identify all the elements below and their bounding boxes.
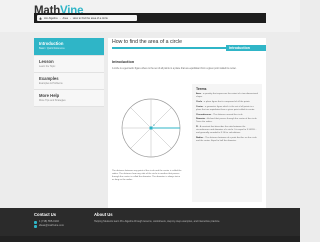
sidebar: Introduction Basic / Quick Reference Les…: [34, 38, 104, 107]
breadcrumb-separator: ›: [69, 16, 71, 20]
about-heading: About Us: [94, 212, 113, 217]
footer-about: About Us Helping Students learn Pre-Alge…: [94, 212, 244, 223]
section-heading: Introduction: [112, 60, 135, 64]
circle-diagram: C: [121, 98, 181, 158]
breadcrumb-item-algebra[interactable]: Hm Algebra: [44, 17, 58, 20]
footer-contact: Contact Us 1 (718) 555-0102 ideas@mathvi…: [34, 212, 86, 228]
title-divider: [112, 47, 227, 49]
tab-introduction[interactable]: Introduction: [226, 45, 266, 51]
sidebar-item-introduction[interactable]: Introduction Basic / Quick Reference: [34, 38, 104, 56]
breadcrumb-item-current: How to find the area of a circle: [72, 16, 108, 20]
sidebar-item-lesson[interactable]: Lesson Learn the Topic: [34, 56, 104, 73]
email-link[interactable]: ideas@mathvine.com: [39, 224, 64, 228]
term-item: Center - a geometric figure which is the…: [196, 105, 255, 111]
home-icon[interactable]: [39, 16, 42, 20]
sidebar-item-subtitle: Examples & Problems: [39, 82, 63, 85]
diagram-caption: The distance between any point of the ci…: [112, 170, 182, 181]
email-icon: [34, 224, 37, 228]
breadcrumb-item-area[interactable]: Area: [62, 17, 67, 20]
terms-panel: Terms Area - a quantity that expresses t…: [192, 84, 262, 202]
page-title: How to find the area of a circle: [112, 39, 183, 45]
sidebar-item-title: Examples: [39, 76, 59, 81]
phone-icon: [34, 220, 37, 224]
intro-paragraph: A circle is a geometric figure where is …: [112, 68, 237, 70]
nav-bar: Hm Algebra › Area › How to find the area…: [34, 13, 266, 23]
term-item: Pi - A constant that describes the ratio…: [196, 126, 257, 135]
sidebar-item-examples[interactable]: Examples Examples & Problems: [34, 73, 104, 90]
term-item: Diameter - A chord that passes through t…: [196, 118, 258, 124]
sidebar-item-subtitle: Basic / Quick Reference: [39, 47, 65, 50]
sidebar-item-title: Introduction: [39, 41, 64, 46]
contact-heading: Contact Us: [34, 212, 57, 217]
sidebar-item-title: More Help: [39, 93, 60, 98]
term-item: Circumference - The distance around the …: [196, 113, 243, 116]
footer-bottom-bar: [0, 236, 300, 242]
sidebar-item-more-help[interactable]: More Help More Tips and Strategies: [34, 90, 104, 107]
main-content: How to find the area of a circle Introdu…: [108, 38, 266, 213]
sidebar-item-subtitle: Learn the Topic: [39, 65, 56, 68]
term-item: Radius - The distance between of a point…: [196, 136, 257, 142]
term-item: Circle - a plane figure that is composed…: [196, 100, 250, 103]
sidebar-item-title: Lesson: [39, 59, 54, 64]
term-item: Area - a quantity that expresses the ext…: [196, 93, 258, 98]
sidebar-item-subtitle: More Tips and Strategies: [39, 99, 66, 102]
breadcrumb: Hm Algebra › Area › How to find the area…: [37, 15, 137, 21]
about-text: Helping Students learn Pre-Algebra throu…: [94, 220, 221, 223]
breadcrumb-separator: ›: [59, 16, 61, 20]
email-row: ideas@mathvine.com: [34, 224, 86, 228]
terms-heading: Terms: [196, 87, 207, 91]
